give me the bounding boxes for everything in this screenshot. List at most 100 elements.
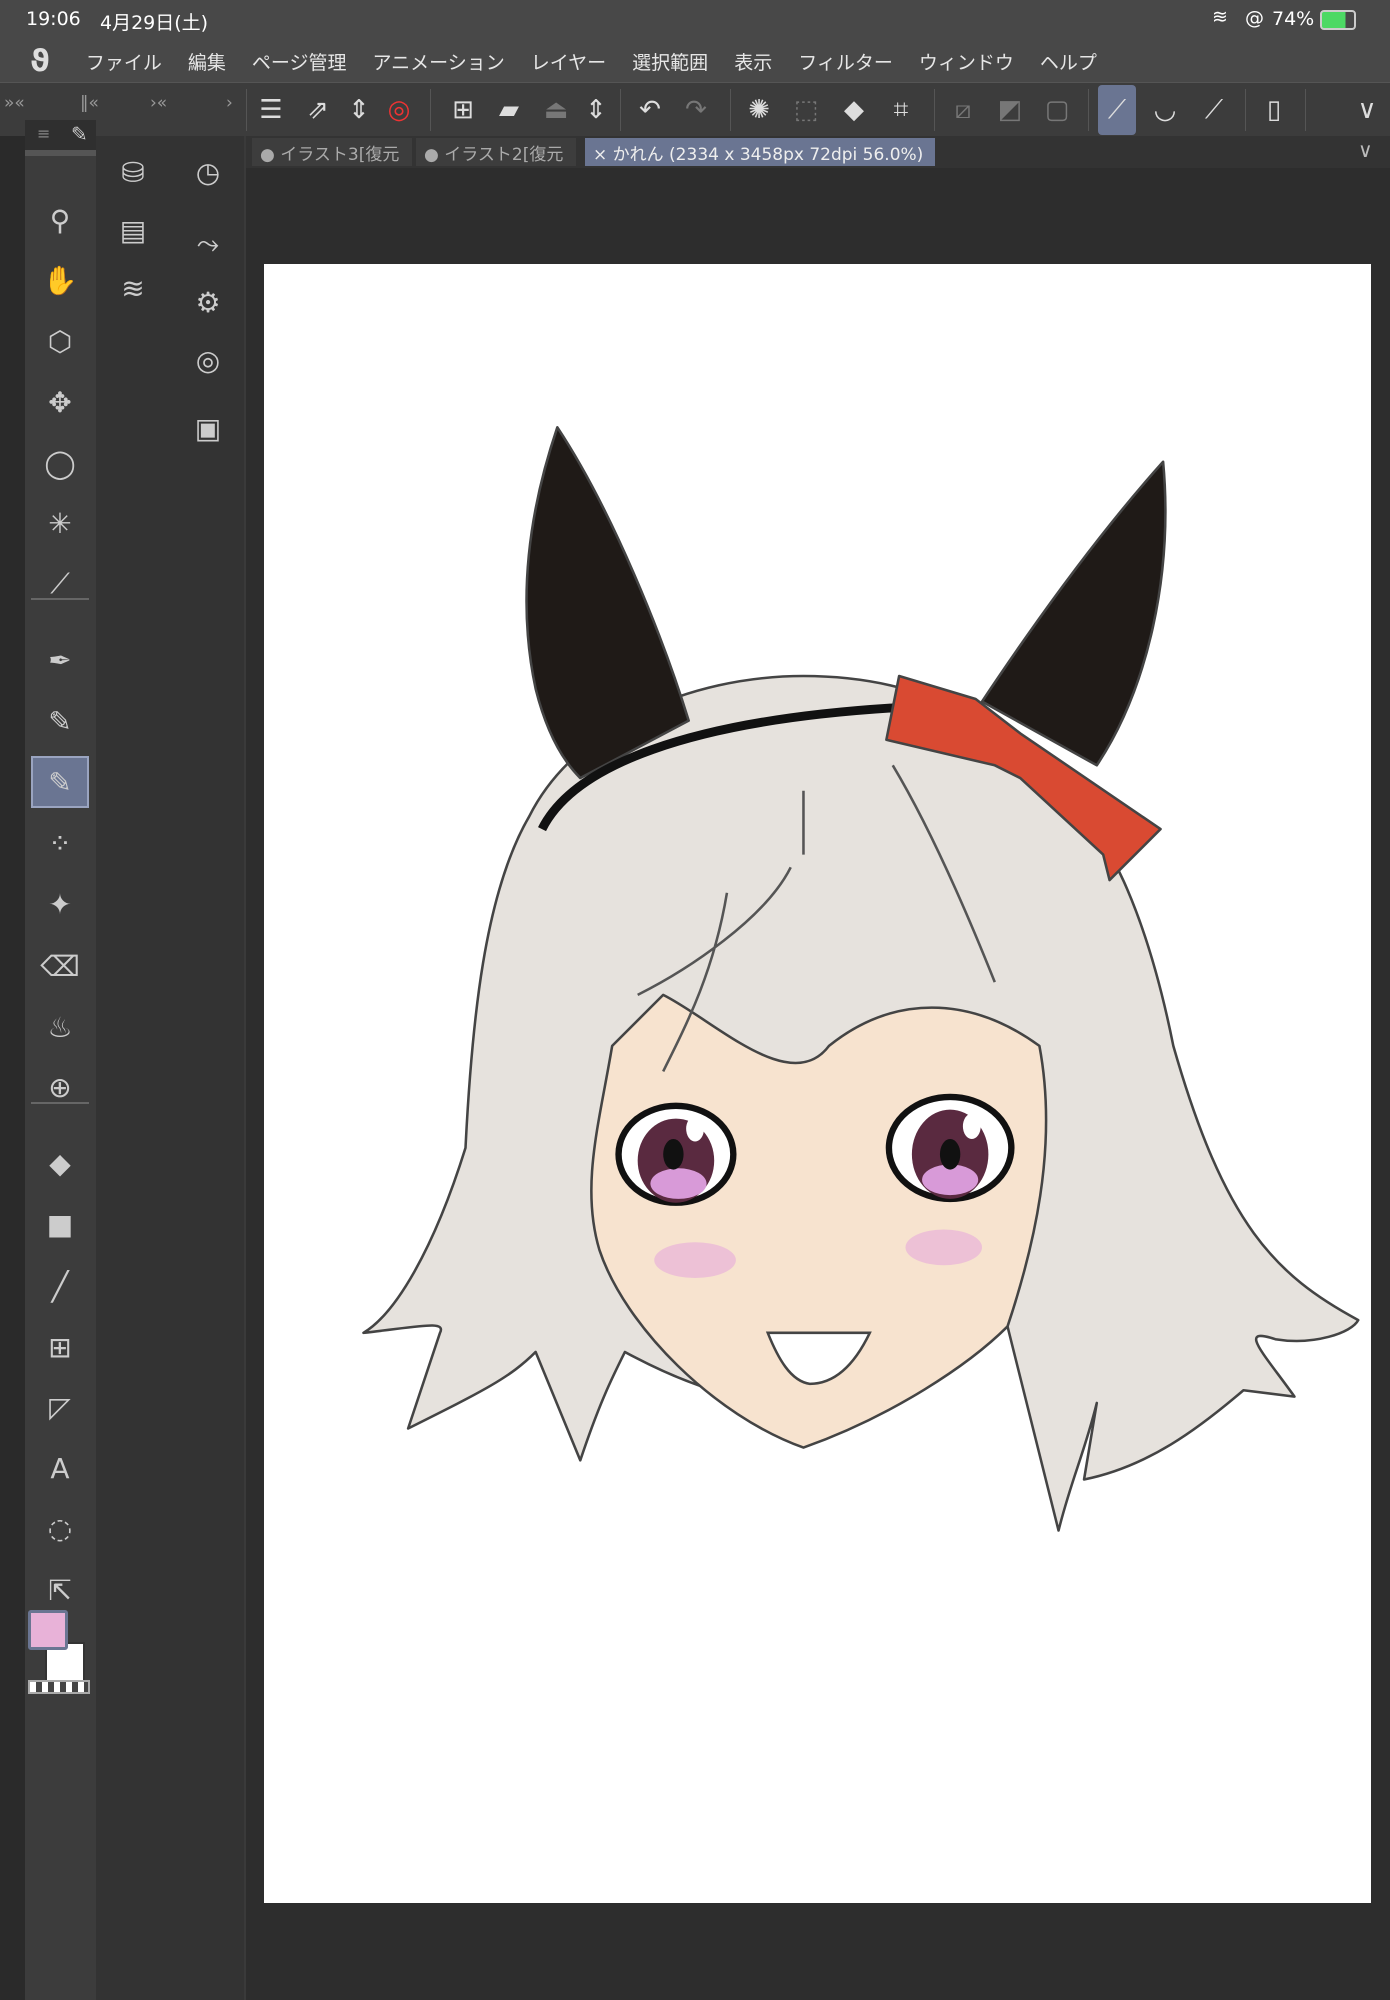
- open-folder-icon[interactable]: ▰: [490, 91, 528, 129]
- redo-icon[interactable]: ↷: [677, 91, 715, 129]
- menu-window[interactable]: ウィンドウ: [919, 48, 1014, 75]
- frame-icon[interactable]: ⊞: [31, 1321, 89, 1373]
- layers-icon[interactable]: ≋: [111, 266, 155, 310]
- show-selection-icon[interactable]: ▢: [1038, 91, 1076, 129]
- right-eye: [885, 1093, 1015, 1203]
- fill-icon[interactable]: ◆: [31, 1137, 89, 1189]
- new-file-icon[interactable]: ⊞: [444, 91, 482, 129]
- menu-view[interactable]: 表示: [734, 48, 772, 75]
- correct-line-icon[interactable]: ⇱: [31, 1564, 89, 1616]
- command-bar: »« ‖« ›« › ☰ ⇗ ⇕ ◎ ⊞ ▰ ⏏ ⇕ ↶ ↷ ✺ ⬚ ◆ ⌗ ⧄…: [0, 82, 1390, 136]
- menu-bar: ϑ ファイル 編集 ページ管理 アニメーション レイヤー 選択範囲 表示 フィル…: [0, 40, 1390, 82]
- blend-icon[interactable]: ♨: [31, 1001, 89, 1053]
- navigator-icon[interactable]: ▤: [111, 208, 155, 252]
- menu-help[interactable]: ヘルプ: [1040, 48, 1097, 75]
- brush-icon[interactable]: ✎: [31, 756, 89, 808]
- share-icon[interactable]: ⇗: [299, 91, 337, 129]
- tool-palette: ≡ ✎ ⚲ ✋ ⬡ ✥ ◯ ✳ ⟋ ✒ ✎ ✎ ⁘ ✦ ⌫ ♨ ⊕ ◆ ■ ╱ ⊞ ◸ A ◌ ⇱: [25, 120, 96, 2000]
- text-icon[interactable]: A: [31, 1442, 89, 1494]
- status-bar: 19:06 4月29日(土) ≋ @ 74%: [0, 0, 1390, 40]
- tool-property-icon[interactable]: ⚙: [186, 280, 230, 324]
- status-time: 19:06: [26, 8, 81, 30]
- mesh-transform-icon[interactable]: ⊕: [31, 1061, 89, 1113]
- eraser-icon[interactable]: ⌫: [31, 940, 89, 992]
- sub-palette: ⛁ ▤ ≋ ◷ ⤳ ⚙ ◎ ▣: [96, 136, 246, 2000]
- menu-icon[interactable]: ☰: [252, 91, 290, 129]
- menu-animation[interactable]: アニメーション: [372, 48, 504, 75]
- menu-edit[interactable]: 編集: [188, 48, 226, 75]
- quick-access-icon[interactable]: ◷: [186, 150, 230, 194]
- panel-collapse-button-2[interactable]: ‖«: [80, 93, 99, 113]
- canvas-page[interactable]: [264, 264, 1371, 1903]
- undo-icon[interactable]: ↶: [631, 91, 669, 129]
- balloon-icon[interactable]: ◌: [31, 1502, 89, 1554]
- left-strip: [0, 136, 25, 2000]
- move-icon[interactable]: ✥: [31, 376, 89, 428]
- menu-page[interactable]: ページ管理: [252, 48, 347, 75]
- save-icon[interactable]: ⏏: [537, 91, 575, 129]
- updown-icon[interactable]: ⇕: [340, 91, 378, 129]
- document-tabs: ● イラスト3[復元 ● イラスト2[復元 × かれん (2334 x 3458…: [246, 136, 1390, 168]
- hand-icon[interactable]: ✋: [31, 254, 89, 306]
- panel-expand-button[interactable]: ›«: [150, 93, 167, 113]
- pencil-icon[interactable]: ✎: [31, 695, 89, 747]
- sub-tool-icon[interactable]: ⤳: [186, 222, 230, 266]
- menu-filter[interactable]: フィルター: [798, 48, 893, 75]
- material-icon[interactable]: ▣: [186, 406, 230, 450]
- left-ear: [525, 426, 690, 780]
- palette-menu-icon[interactable]: ≡: [37, 124, 50, 143]
- snap-ruler-icon[interactable]: ⟋: [1098, 85, 1136, 135]
- status-date: 4月29日(土): [100, 12, 209, 34]
- pen-icon[interactable]: ✒: [31, 634, 89, 686]
- tool-divider: [31, 598, 89, 600]
- orientation-lock-icon: @: [1245, 7, 1264, 29]
- app-logo-icon[interactable]: ϑ: [30, 44, 50, 79]
- deselect-icon[interactable]: ⧄: [944, 91, 982, 129]
- airbrush-icon[interactable]: ⁘: [31, 817, 89, 869]
- main-color-swatch[interactable]: [28, 1610, 68, 1650]
- figure-icon[interactable]: ╱: [31, 1260, 89, 1312]
- menu-file[interactable]: ファイル: [86, 48, 162, 75]
- palette-header: ≡ ✎: [25, 120, 96, 156]
- ruler-icon[interactable]: ◸: [31, 1381, 89, 1433]
- tab-illust2[interactable]: ● イラスト2[復元: [416, 138, 576, 166]
- left-eye: [615, 1102, 737, 1206]
- battery-percent: 74%: [1272, 8, 1315, 30]
- updown-icon-2[interactable]: ⇕: [577, 91, 615, 129]
- left-blush: [654, 1242, 736, 1278]
- eyedropper-icon[interactable]: ⟋: [31, 558, 89, 610]
- panel-expand-button-2[interactable]: ›: [226, 93, 233, 113]
- right-blush: [905, 1229, 983, 1266]
- chevron-down-icon[interactable]: ∨: [1348, 91, 1386, 129]
- lasso-icon[interactable]: ◯: [31, 437, 89, 489]
- brush-size-icon[interactable]: ◎: [186, 338, 230, 382]
- invert-selection-icon[interactable]: ◩: [991, 91, 1029, 129]
- clear-icon[interactable]: ✺: [740, 91, 778, 129]
- fill-selection-icon[interactable]: ◆: [835, 91, 873, 129]
- clear-outside-icon[interactable]: ⬚: [787, 91, 825, 129]
- wifi-icon: ≋: [1212, 6, 1228, 28]
- right-ear: [980, 460, 1167, 767]
- menu-layer[interactable]: レイヤー: [531, 48, 606, 75]
- palette-pencil-icon[interactable]: ✎: [71, 122, 88, 146]
- illustration: [362, 426, 1360, 1532]
- layer-property-icon[interactable]: ⛁: [111, 150, 155, 194]
- search-icon[interactable]: ⚲: [31, 194, 89, 246]
- companion-icon[interactable]: ◎: [380, 91, 418, 129]
- gradient-icon[interactable]: ■: [31, 1198, 89, 1250]
- battery-icon: [1320, 10, 1356, 30]
- snap-special-ruler-icon[interactable]: ◡: [1146, 91, 1184, 129]
- tab-illust3[interactable]: ● イラスト3[復元: [252, 138, 412, 166]
- snap-grid-icon[interactable]: ⟋: [1195, 91, 1233, 129]
- tabs-chevron-down-icon[interactable]: ∨: [1358, 138, 1373, 162]
- panel-scrollbar[interactable]: [244, 136, 246, 2000]
- magic-wand-icon[interactable]: ✳: [31, 497, 89, 549]
- decoration-icon[interactable]: ✦: [31, 878, 89, 930]
- transparent-color-button[interactable]: [28, 1680, 90, 1694]
- device-icon[interactable]: ▯: [1255, 91, 1293, 129]
- object-select-icon[interactable]: ⬡: [31, 315, 89, 367]
- tab-karen[interactable]: × かれん (2334 x 3458px 72dpi 56.0%): [585, 138, 935, 166]
- transform-icon[interactable]: ⌗: [882, 91, 920, 129]
- menu-selection[interactable]: 選択範囲: [632, 48, 708, 75]
- panel-collapse-button[interactable]: »«: [4, 93, 25, 113]
